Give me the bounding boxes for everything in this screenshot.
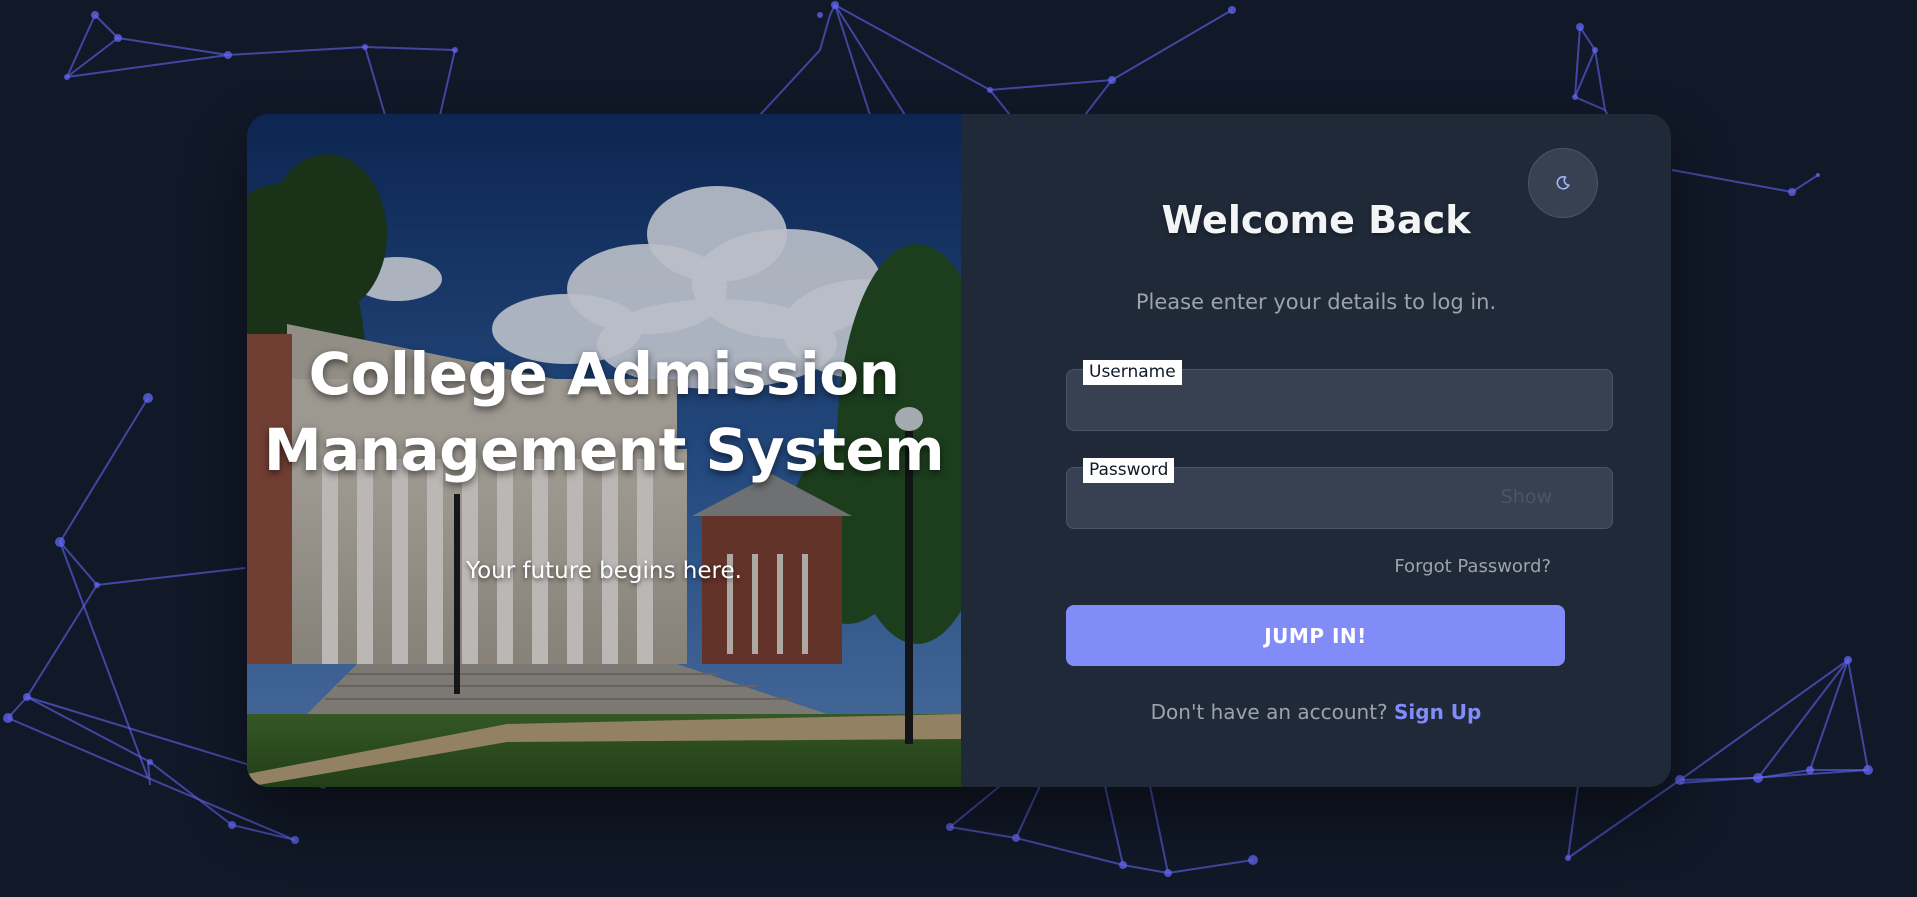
app-title-line-1: College Admission (308, 340, 900, 408)
login-submit-button[interactable]: JUMP IN! (1066, 605, 1565, 666)
username-label: Username (1083, 360, 1182, 385)
login-page: College Admission Management System Your… (0, 0, 1917, 897)
password-field[interactable]: Password Show (1066, 458, 1613, 529)
app-title-line-2: Management System (263, 416, 945, 484)
moon-icon (1556, 175, 1570, 190)
login-subtitle: Please enter your details to log in. (1135, 290, 1497, 314)
hero-panel: College Admission Management System Your… (247, 114, 961, 787)
signup-prompt-text: Don't have an account? (1150, 700, 1388, 724)
app-title: College Admission Management System (247, 336, 961, 488)
show-password-toggle[interactable]: Show (1501, 486, 1552, 508)
login-form-panel: Welcome Back Please enter your details t… (961, 114, 1671, 787)
password-label: Password (1083, 458, 1175, 483)
welcome-heading: Welcome Back (1161, 198, 1471, 242)
login-card: College Admission Management System Your… (247, 114, 1671, 787)
app-tagline: Your future begins here. (466, 558, 742, 584)
forgot-password-link[interactable]: Forgot Password? (1394, 556, 1551, 577)
signup-link[interactable]: Sign Up (1394, 700, 1481, 724)
username-field[interactable]: Username (1066, 360, 1613, 431)
signup-prompt: Don't have an account? Sign Up (961, 700, 1671, 724)
